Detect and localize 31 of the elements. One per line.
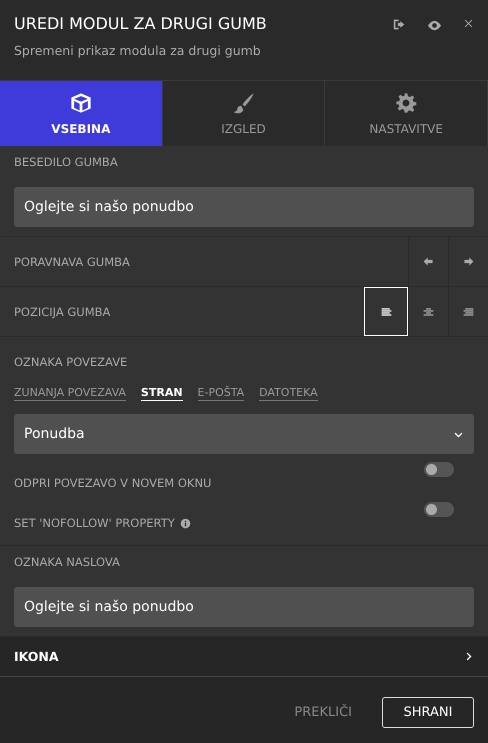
field-label: OZNAKA NASLOVA — [14, 555, 121, 569]
cancel-button[interactable]: PREKLIČI — [288, 704, 358, 720]
toggle-label: SET 'NOFOLLOW' PROPERTY — [14, 516, 175, 530]
field-label: OZNAKA POVEZAVE — [14, 355, 128, 369]
exit-icon — [393, 18, 406, 31]
left-arrow-icon — [422, 255, 435, 268]
toggle-switch[interactable] — [424, 502, 454, 517]
right-arrow-icon — [462, 255, 475, 268]
toggle-label: ODPRI POVEZAVO V NOVEM OKNU — [14, 476, 212, 490]
link-type-tab[interactable]: DATOTEKA — [259, 386, 318, 401]
link-type-tab[interactable]: E-POŠTA — [198, 386, 244, 401]
link-type-tab[interactable]: STRAN — [140, 386, 183, 401]
link-type-tab[interactable]: ZUNANJA POVEZAVA — [14, 386, 126, 401]
panel-title: UREDI MODUL ZA DRUGI GUMB — [14, 14, 267, 33]
brush-icon — [232, 92, 254, 114]
field-label: BESEDILO GUMBA — [14, 155, 119, 169]
text-field[interactable]: Oglejte si našo ponudbo — [14, 587, 474, 627]
toggle-switch[interactable] — [424, 462, 454, 477]
info-icon — [180, 518, 191, 528]
page-select[interactable]: Ponudba — [14, 414, 474, 454]
save-button[interactable]: SHRANI — [382, 696, 474, 728]
close-icon — [463, 18, 474, 29]
gear-icon — [395, 92, 418, 114]
field-label: POZICIJA GUMBA — [14, 304, 110, 318]
eye-icon — [426, 18, 443, 33]
panel-subtitle: Spremeni prikaz modula za drugi gumb — [14, 43, 262, 58]
tab[interactable]: VSEBINA — [0, 81, 163, 146]
text-field[interactable]: Oglejte si našo ponudbo — [14, 187, 474, 227]
cube-icon — [70, 92, 92, 114]
icon-section-header[interactable]: IKONA — [0, 637, 488, 677]
field-label: PORAVNAVA GUMBA — [14, 254, 130, 268]
